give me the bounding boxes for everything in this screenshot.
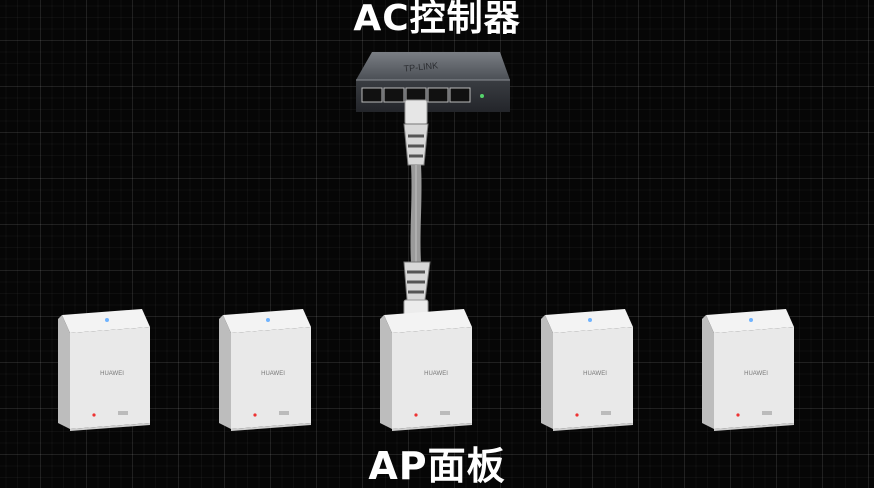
ap-brand-logo: HUAWEI [424,371,448,377]
ap-panel-connected: HUAWEI [376,305,476,433]
ap-brand-logo: HUAWEI [261,371,285,377]
ap-panel: HUAWEI [215,305,315,433]
network-switch: TP-LINK [356,52,510,112]
ap-brand-logo: HUAWEI [744,371,768,377]
ap-panel: HUAWEI [537,305,637,433]
switch-led [480,94,484,98]
ap-panel: HUAWEI [54,305,154,433]
ap-brand-logo: HUAWEI [583,371,607,377]
ap-brand-logo: HUAWEI [100,371,124,377]
ethernet-cable [403,99,431,331]
panel-label: AP面板 [368,444,506,488]
ap-panel: HUAWEI [698,305,798,433]
